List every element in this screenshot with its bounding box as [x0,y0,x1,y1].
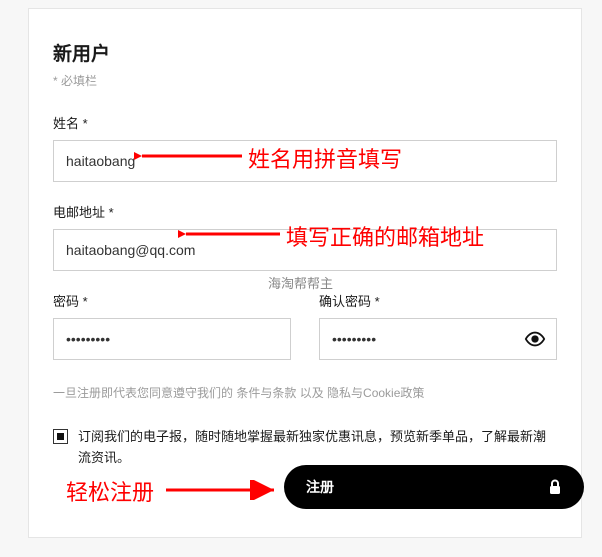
register-button[interactable]: 注册 [284,465,584,509]
lock-icon [548,479,562,495]
watermark-text: 海淘帮帮主 [268,273,333,292]
confirm-password-label: 确认密码 * [319,291,557,310]
disclaimer-mid: 以及 [296,386,327,400]
register-button-label: 注册 [306,477,334,497]
name-label: 姓名 * [53,113,557,132]
page-title: 新用户 [53,39,557,66]
email-field: 电邮地址 * [53,202,557,271]
privacy-link[interactable]: 隐私与Cookie政策 [327,386,424,400]
newsletter-label: 订阅我们的电子报，随时随地掌握最新独家优惠讯息，预览新季单品，了解最新潮流资讯。 [78,427,557,469]
required-fields-note: * 必填栏 [53,72,557,89]
name-field: 姓名 * [53,113,557,182]
eye-icon [524,328,546,350]
terms-link[interactable]: 条件与条款 [236,386,296,400]
name-input[interactable] [53,140,557,182]
toggle-password-visibility-button[interactable] [521,325,549,353]
terms-disclaimer: 一旦注册即代表您同意遵守我们的 条件与条款 以及 隐私与Cookie政策 [53,384,557,401]
password-field: 密码 * [53,291,291,360]
confirm-password-field: 确认密码 * [319,291,557,360]
disclaimer-prefix: 一旦注册即代表您同意遵守我们的 [53,386,236,400]
newsletter-row: 订阅我们的电子报，随时随地掌握最新独家优惠讯息，预览新季单品，了解最新潮流资讯。 [53,427,557,469]
password-row: 密码 * 确认密码 * [53,291,557,380]
email-input[interactable] [53,229,557,271]
email-label: 电邮地址 * [53,202,557,221]
password-label: 密码 * [53,291,291,310]
newsletter-checkbox[interactable] [53,429,68,444]
password-input[interactable] [53,318,291,360]
